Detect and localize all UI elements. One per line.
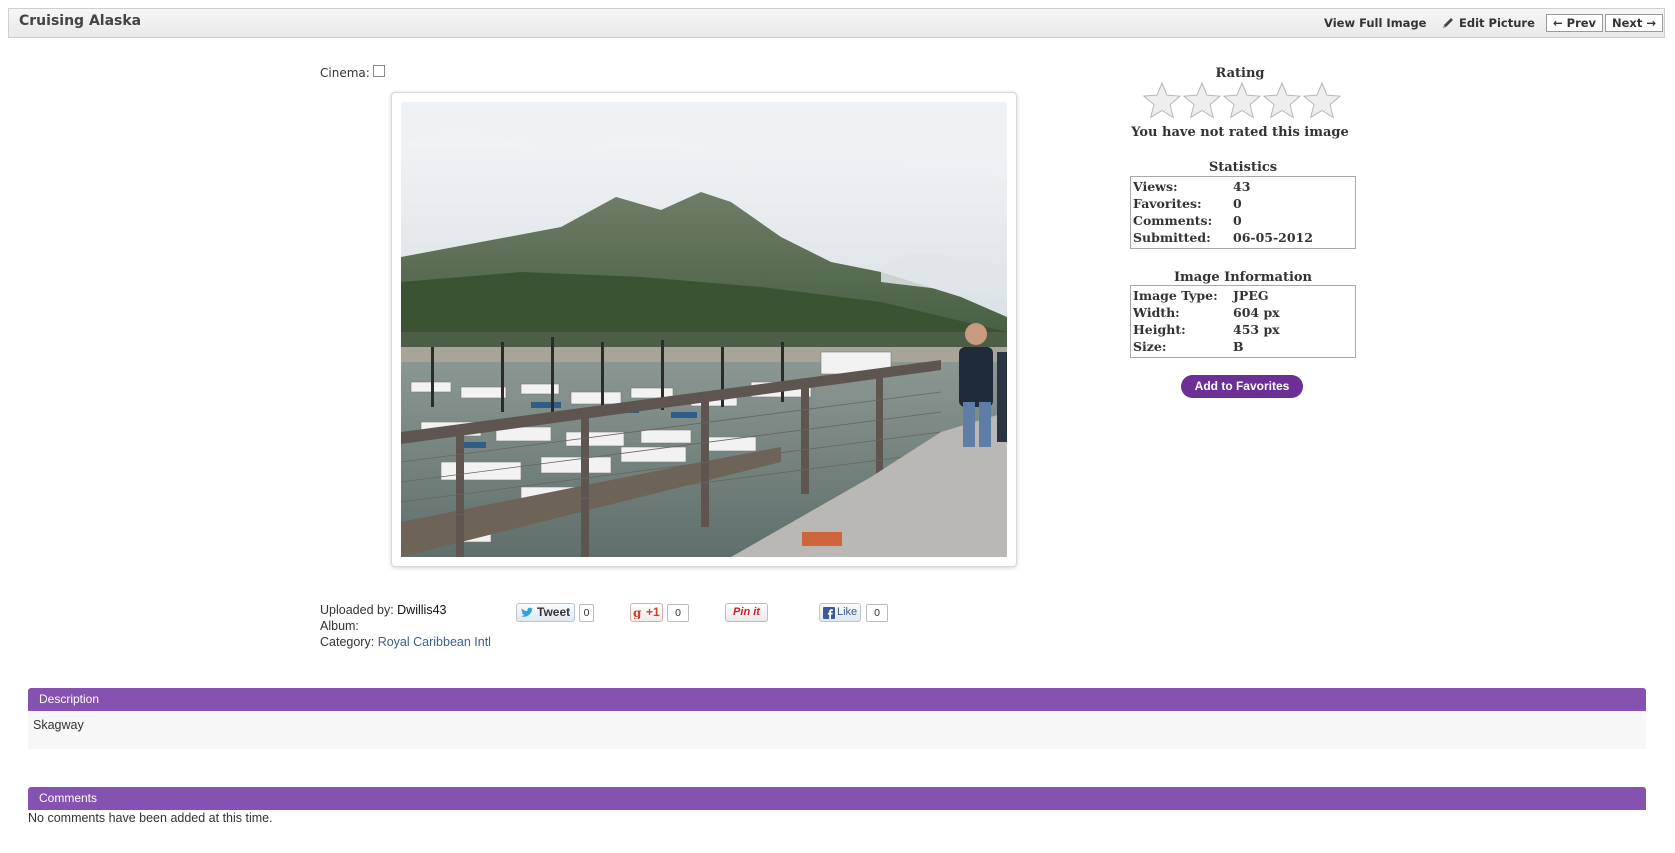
rating-star-icon[interactable] [1182, 81, 1222, 119]
stat-label: Submitted: [1133, 230, 1211, 245]
cinema-checkbox[interactable] [373, 65, 385, 77]
gplus-button[interactable]: g +1 [630, 603, 663, 622]
top-bar: Cruising Alaska View Full Image Edit Pic… [8, 8, 1665, 38]
rating-star-icon[interactable] [1302, 81, 1342, 119]
photo-illustration [401, 102, 1007, 557]
info-value: 604 px [1233, 305, 1280, 320]
pin-it-button[interactable]: Pin it [725, 603, 768, 622]
rating-star-icon[interactable] [1222, 81, 1262, 119]
like-count: 0 [866, 604, 888, 622]
info-label: Width: [1133, 305, 1180, 320]
rating-stars [1142, 80, 1342, 122]
rating-title: Rating [1215, 66, 1265, 81]
rating-star-icon[interactable] [1142, 81, 1182, 119]
info-label: Size: [1133, 339, 1167, 354]
stat-label: Favorites: [1133, 196, 1202, 211]
stat-value: 06-05-2012 [1233, 230, 1313, 245]
info-value: B [1233, 339, 1244, 354]
image-info-title: Image Information [1173, 270, 1313, 285]
prev-button[interactable]: ← Prev [1546, 14, 1604, 32]
like-label: Like [837, 606, 858, 618]
info-row-width: Width: 604 px [1133, 304, 1355, 321]
description-body: Skagway [28, 711, 1646, 749]
view-full-image-link[interactable]: View Full Image [1324, 16, 1426, 30]
gplus-label: +1 [646, 605, 660, 619]
description-text: Skagway [33, 718, 84, 732]
comments-header: Comments [28, 787, 1646, 810]
uploaded-by: Uploaded by: Dwillis43 [320, 603, 446, 617]
info-row-size: Size: B [1133, 338, 1355, 355]
category-link[interactable]: Royal Caribbean Intl [378, 635, 491, 649]
uploader-name[interactable]: Dwillis43 [397, 603, 446, 617]
image-info-box: Image Type: JPEG Width: 604 px Height: 453 … [1130, 285, 1356, 358]
info-label: Height: [1133, 322, 1186, 337]
info-value: JPEG [1233, 288, 1269, 303]
statistics-box: Views: 43 Favorites: 0 Comments: 0 Submitte… [1130, 176, 1356, 249]
stat-value: 0 [1233, 213, 1242, 228]
stat-row-favorites: Favorites: 0 [1133, 195, 1355, 212]
album: Album: [320, 619, 359, 633]
facebook-icon [823, 606, 835, 619]
main-photo[interactable] [401, 102, 1007, 557]
rating-message: You have not rated this image [1131, 125, 1349, 140]
next-button[interactable]: Next → [1605, 14, 1663, 32]
google-icon: g [633, 606, 642, 619]
statistics-title: Statistics [1208, 160, 1278, 175]
album-label: Album: [320, 619, 359, 633]
twitter-icon [521, 607, 533, 617]
stat-row-submitted: Submitted: 06-05-2012 [1133, 229, 1355, 246]
stat-label: Comments: [1133, 213, 1213, 228]
add-to-favorites-button[interactable]: Add to Favorites [1181, 375, 1303, 398]
tweet-button[interactable]: Tweet [516, 603, 575, 622]
rating-star-icon[interactable] [1262, 81, 1302, 119]
gplus-count: 0 [667, 604, 689, 622]
info-row-type: Image Type: JPEG [1133, 287, 1355, 304]
description-header: Description [28, 688, 1646, 711]
category-label: Category: [320, 635, 375, 649]
edit-picture-label: Edit Picture [1459, 16, 1535, 30]
stat-value: 0 [1233, 196, 1242, 211]
page-title: Cruising Alaska [19, 13, 142, 29]
pencil-icon [1443, 18, 1453, 28]
tweet-label: Tweet [537, 605, 571, 619]
uploaded-by-label: Uploaded by: [320, 603, 394, 617]
stat-row-comments: Comments: 0 [1133, 212, 1355, 229]
stat-value: 43 [1233, 179, 1251, 194]
category: Category: Royal Caribbean Intl [320, 635, 491, 649]
comments-empty-message: No comments have been added at this time… [28, 811, 273, 825]
info-value: 453 px [1233, 322, 1280, 337]
info-row-height: Height: 453 px [1133, 321, 1355, 338]
info-label: Image Type: [1133, 288, 1218, 303]
like-button[interactable]: Like [819, 603, 861, 622]
stat-label: Views: [1133, 179, 1178, 194]
svg-text:g: g [633, 606, 642, 619]
edit-picture-link[interactable]: Edit Picture [1441, 16, 1535, 30]
cinema-label: Cinema: [320, 66, 370, 80]
tweet-count: 0 [579, 604, 594, 622]
stat-row-views: Views: 43 [1133, 178, 1355, 195]
